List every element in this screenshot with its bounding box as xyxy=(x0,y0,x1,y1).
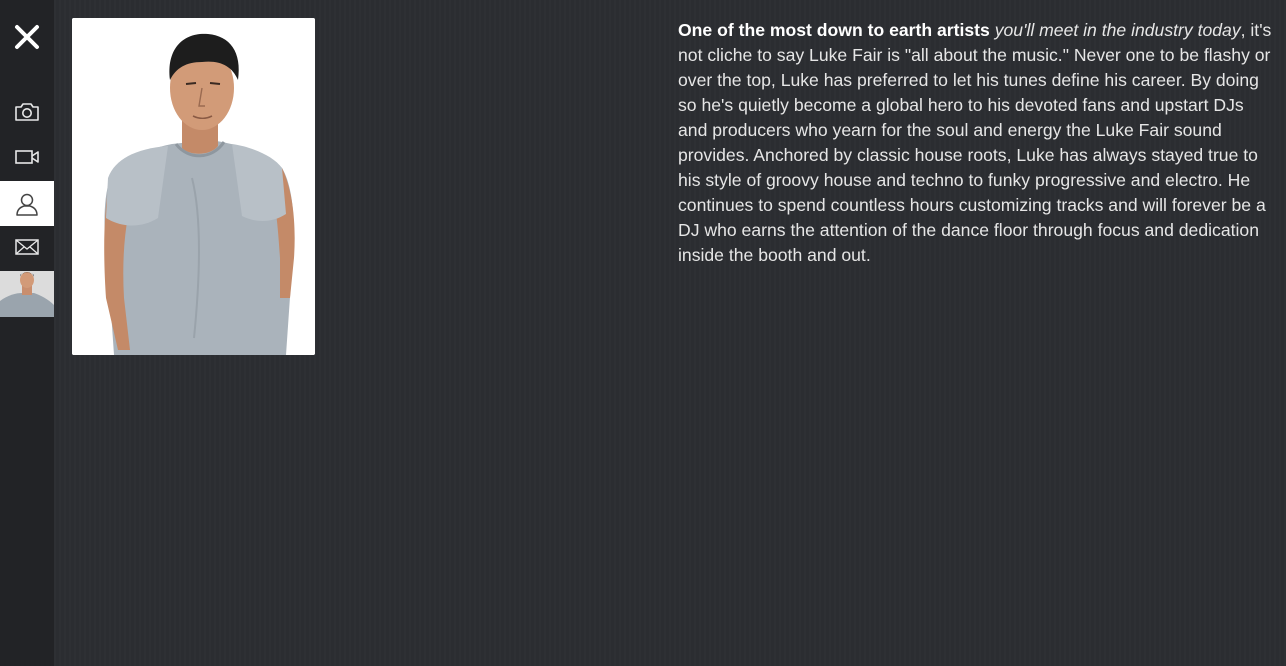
bio-lead-bold: One of the most down to earth artists xyxy=(678,20,990,40)
bio-text: One of the most down to earth artists yo… xyxy=(678,18,1274,268)
close-button[interactable] xyxy=(0,14,54,60)
nav-videos[interactable] xyxy=(0,134,54,179)
artist-thumbnail[interactable] xyxy=(0,271,54,317)
artist-thumbnail-image xyxy=(0,271,54,317)
video-icon xyxy=(15,149,39,164)
mail-icon xyxy=(15,238,39,255)
artist-portrait-card xyxy=(72,18,315,355)
sidebar xyxy=(0,0,54,666)
artist-portrait-image xyxy=(72,18,315,355)
user-icon xyxy=(16,193,38,216)
bio-lead-italic: you'll meet in the industry today xyxy=(994,20,1241,40)
nav-photos[interactable] xyxy=(0,89,54,134)
camera-icon xyxy=(15,102,39,121)
nav-bio[interactable] xyxy=(0,181,54,226)
bio-overlay: One of the most down to earth artists yo… xyxy=(0,0,1286,666)
close-icon xyxy=(15,25,39,49)
bio-body: , it's not cliche to say Luke Fair is "a… xyxy=(678,20,1272,265)
nav-contact[interactable] xyxy=(0,224,54,269)
